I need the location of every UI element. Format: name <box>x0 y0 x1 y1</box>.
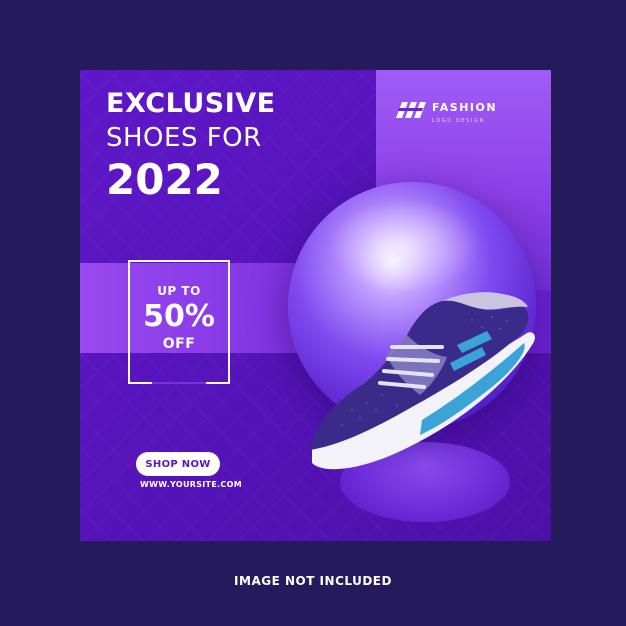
discount-box: UP TO 50% OFF <box>128 260 230 384</box>
brand-tagline: LOGO DESIGN <box>432 118 485 124</box>
fashion-logo-mark-icon <box>396 102 426 118</box>
brand-logo: FASHION LOGO DESIGN <box>396 96 497 124</box>
promo-card: EXCLUSIVE SHOES FOR 2022 FASHION LOGO DE… <box>80 70 551 541</box>
offer-upto-text: UP TO <box>157 284 201 298</box>
shop-now-button[interactable]: SHOP NOW <box>136 452 220 476</box>
headline-line-1: EXCLUSIVE <box>106 88 276 119</box>
headline-line-2: SHOES FOR <box>106 123 262 153</box>
headline: EXCLUSIVE SHOES FOR 2022 <box>106 90 276 201</box>
offer-off-text: OFF <box>162 336 196 352</box>
brand-name: FASHION <box>432 101 498 114</box>
box-gap <box>152 382 206 384</box>
brand-text: FASHION LOGO DESIGN <box>432 96 497 124</box>
image-not-included-note: IMAGE NOT INCLUDED <box>234 574 392 588</box>
sneaker-image <box>310 292 535 470</box>
vertical-accent-band <box>376 70 551 200</box>
headline-year: 2022 <box>106 155 223 204</box>
website-url[interactable]: WWW.YOURSITE.COM <box>140 480 242 489</box>
offer-percent: 50% <box>143 299 215 334</box>
